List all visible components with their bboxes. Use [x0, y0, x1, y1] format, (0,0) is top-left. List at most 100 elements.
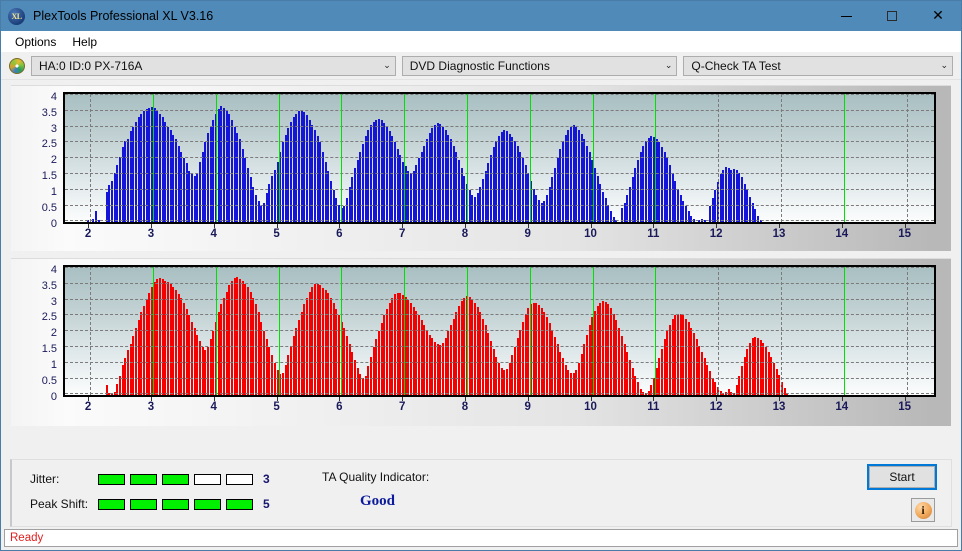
x-axis-tick-mark — [339, 397, 341, 401]
x-axis-tick-label: 15 — [898, 228, 911, 240]
x-axis-tick-label: 2 — [84, 401, 92, 413]
chevron-down-icon: ⌄ — [940, 60, 948, 71]
peak-shift-chart-bars — [65, 267, 934, 395]
x-axis-tick-mark — [276, 224, 278, 228]
jitter-chart-bars — [65, 94, 934, 222]
meter-segment — [194, 473, 221, 485]
x-axis-tick-mark — [402, 224, 404, 228]
x-axis-tick-label: 3 — [147, 401, 155, 413]
y-axis-tick-label: 0 — [50, 218, 57, 230]
y-axis-tick-label: 3.5 — [41, 279, 57, 292]
chevron-down-icon: ⌄ — [383, 60, 391, 71]
meter-segment — [162, 473, 189, 485]
info-button[interactable]: i — [911, 498, 935, 522]
drive-select[interactable]: HA:0 ID:0 PX-716A ⌄ — [31, 55, 396, 76]
x-axis-tick-label: 6 — [336, 401, 343, 413]
x-axis-tick-label: 6 — [336, 228, 343, 240]
x-axis-tick-label: 10 — [584, 228, 597, 240]
minimize-button[interactable] — [823, 1, 869, 31]
x-axis-tick-mark — [150, 224, 152, 228]
x-axis-tick-mark — [213, 397, 215, 401]
close-button[interactable]: ✕ — [915, 1, 961, 31]
x-axis-tick-mark — [464, 397, 466, 401]
x-axis-tick-mark — [716, 397, 718, 401]
function-select-value: DVD Diagnostic Functions — [409, 58, 550, 73]
jitter-meter — [98, 473, 253, 485]
menu-bar: Options Help — [1, 31, 961, 52]
app-icon: XL — [8, 7, 25, 25]
x-axis-tick-mark — [841, 224, 843, 228]
y-axis-tick-label: 0.5 — [41, 202, 57, 215]
meter-segment — [130, 473, 157, 485]
window-titlebar: XL PlexTools Professional XL V3.16 ✕ — [1, 1, 961, 31]
x-axis-tick-label: 5 — [273, 401, 280, 413]
y-axis-tick-label: 3 — [50, 122, 57, 135]
x-axis-tick-mark — [590, 224, 592, 228]
x-axis-tick-label: 9 — [524, 401, 531, 413]
y-axis-tick-label: 1 — [50, 359, 57, 372]
y-axis-tick-label: 0.5 — [41, 375, 57, 388]
x-axis-tick-mark — [716, 224, 718, 228]
meter-segment — [130, 498, 157, 510]
x-axis-tick-label: 10 — [584, 401, 597, 413]
maximize-icon — [887, 11, 897, 21]
menu-item-options[interactable]: Options — [7, 33, 64, 51]
x-axis-tick-mark — [527, 224, 529, 228]
meter-segment — [194, 498, 221, 510]
jitter-metric-row: Jitter: 3 — [30, 472, 270, 486]
window-controls: ✕ — [823, 1, 961, 31]
test-select[interactable]: Q-Check TA Test ⌄ — [683, 55, 953, 76]
maximize-button[interactable] — [869, 1, 915, 31]
results-panel: Jitter: 3 Peak Shift: 5 TA Quality Indic… — [10, 459, 952, 527]
y-axis-tick-label: 0 — [50, 391, 57, 403]
meter-segment — [226, 498, 253, 510]
ta-quality-label: TA Quality Indicator: — [322, 470, 430, 484]
chart-bar — [615, 220, 618, 222]
x-axis-tick-mark — [904, 224, 906, 228]
x-axis-tick-label: 3 — [147, 228, 155, 240]
x-axis-tick-label: 11 — [647, 228, 660, 240]
x-axis-tick-label: 8 — [461, 401, 469, 413]
chart-bar — [86, 220, 89, 222]
charts-area: 0 0.5 1 1.5 2 2.5 3 3.5 4 2 3 4 5 6 7 8 9 10 11 12 13 14 15 0… — [1, 85, 961, 426]
jitter-chart-y-axis: 0 0.5 1 1.5 2 2.5 3 3.5 4 — [11, 91, 61, 230]
peak-shift-meter — [98, 498, 253, 510]
x-axis-tick-label: 7 — [398, 401, 406, 413]
minimize-icon — [840, 15, 852, 17]
peak-shift-chart-plot — [63, 265, 936, 397]
y-axis-tick-label: 4 — [50, 263, 57, 276]
disc-icon — [9, 57, 25, 74]
y-axis-tick-label: 3.5 — [41, 106, 57, 119]
jitter-chart-plot — [63, 92, 936, 224]
toolbar: HA:0 ID:0 PX-716A ⌄ DVD Diagnostic Funct… — [1, 52, 961, 80]
test-select-value: Q-Check TA Test — [691, 58, 781, 73]
x-axis-tick-label: 13 — [772, 228, 786, 240]
info-icon: i — [914, 501, 932, 519]
x-axis-tick-mark — [402, 397, 404, 401]
meter-segment — [98, 498, 125, 510]
chart-bar — [759, 220, 762, 222]
jitter-chart-panel: 0 0.5 1 1.5 2 2.5 3 3.5 4 2 3 4 5 6 7 8 9 10 11 12 13 14 15 — [11, 85, 951, 251]
y-axis-tick-label: 2.5 — [41, 138, 57, 151]
x-axis-tick-label: 8 — [461, 228, 469, 240]
x-axis-tick-label: 5 — [273, 228, 280, 240]
x-axis-tick-mark — [778, 224, 780, 228]
peak-shift-chart-x-axis: 2 3 4 5 6 7 8 9 10 11 12 13 14 15 — [63, 397, 936, 419]
ta-quality-value: Good — [360, 493, 396, 509]
meter-segment — [98, 473, 125, 485]
x-axis-tick-mark — [213, 224, 215, 228]
chevron-down-icon: ⌄ — [664, 60, 673, 71]
peak-shift-label: Peak Shift: — [30, 497, 89, 511]
jitter-label: Jitter: — [30, 472, 60, 486]
y-axis-tick-label: 1.5 — [41, 170, 57, 183]
x-axis-tick-mark — [339, 224, 341, 228]
function-select[interactable]: DVD Diagnostic Functions ⌄ — [401, 55, 678, 76]
jitter-chart-x-axis: 2 3 4 5 6 7 8 9 10 11 12 13 14 15 — [63, 224, 936, 246]
meter-segment — [226, 473, 253, 485]
x-axis-tick-label: 13 — [772, 401, 786, 413]
x-axis-tick-label: 11 — [647, 401, 660, 413]
menu-item-help[interactable]: Help — [64, 33, 105, 51]
window-title: PlexTools Professional XL V3.16 — [33, 9, 214, 23]
start-button[interactable]: Start — [867, 464, 937, 490]
x-axis-tick-label: 4 — [210, 401, 217, 413]
